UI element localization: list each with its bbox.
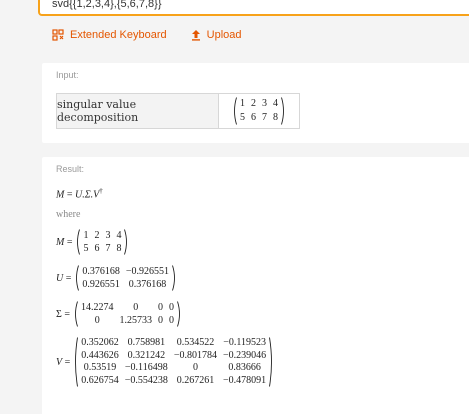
matrix-cell: 0 (157, 301, 163, 313)
matrix-cell: 0.758981 (127, 337, 166, 349)
input-toolbar: Extended Keyboard Upload (52, 27, 242, 43)
matrix-cell: 6 (251, 112, 256, 123)
matrix-u-label: U (56, 272, 64, 284)
input-interpretation-text: singular value decomposition (57, 94, 219, 128)
matrix-cell: 0.321242 (127, 349, 166, 361)
matrix-cell: −0.801784 (173, 349, 218, 361)
matrix-sigma-label: Σ (56, 308, 62, 320)
matrix-cell: 0.376168 (128, 278, 167, 290)
query-text: svd{{1,2,3,4},{5,6,7,8}} (52, 0, 162, 10)
matrix-v-table: 0.352062 0.758981 0.534522 −0.119523 0.4… (78, 337, 269, 387)
matrix-m-label: M (56, 236, 65, 248)
extended-keyboard-label: Extended Keyboard (70, 29, 167, 41)
matrix-cell: 3 (262, 98, 267, 109)
input-matrix-table: 1 2 3 4 5 6 7 8 (237, 97, 281, 125)
query-input[interactable]: svd{{1,2,3,4},{5,6,7,8}} (38, 0, 469, 16)
matrix-v-row: V = 0.352062 0.758981 0.534522 −0.119523… (56, 337, 274, 387)
input-pod: Input: singular value decomposition 1 2 … (42, 63, 469, 143)
matrix-cell: 0 (168, 301, 174, 313)
matrix-cell: 4 (116, 229, 122, 241)
matrix-cell: 0.626754 (81, 374, 119, 386)
matrix-m-row: M = 1 2 3 4 5 6 7 8 (56, 229, 129, 255)
matrix-cell: 3 (105, 229, 111, 241)
matrix-m: 1 2 3 4 5 6 7 8 (75, 229, 129, 255)
matrix-cell: 5 (83, 242, 89, 254)
matrix-cell: 0.352062 (81, 337, 119, 349)
matrix-cell: 0 (157, 314, 163, 326)
matrix-cell: 1 (240, 98, 245, 109)
formula-dagger: † (99, 187, 103, 195)
matrix-cell: −0.554238 (124, 374, 168, 386)
matrix-cell: −0.119523 (223, 337, 266, 349)
matrix-cell: −0.926551 (125, 265, 170, 277)
matrix-cell: 0.376168 (82, 265, 120, 277)
matrix-cell: 0.926551 (82, 278, 120, 290)
matrix-sigma-row: Σ = 14.2274 0 0 0 0 1.25733 0 0 (56, 301, 182, 327)
matrix-cell: 1 (83, 229, 89, 241)
matrix-u-table: 0.376168 −0.926551 0.926551 0.376168 (79, 265, 172, 291)
formula-rhs: U.Σ.V (74, 189, 100, 201)
matrix-cell: 8 (116, 242, 122, 254)
matrix-v-label: V (56, 356, 63, 368)
upload-icon (191, 29, 201, 41)
matrix-cell: −0.239046 (223, 349, 267, 361)
matrix-cell: 7 (105, 242, 111, 254)
matrix-sigma: 14.2274 0 0 0 0 1.25733 0 0 (73, 301, 182, 327)
matrix-cell: 0 (133, 301, 139, 313)
matrix-cell: 5 (240, 112, 245, 123)
matrix-cell: 14.2274 (80, 301, 114, 313)
input-matrix: 1 2 3 4 5 6 7 8 (219, 94, 299, 128)
matrix-v: 0.352062 0.758981 0.534522 −0.119523 0.4… (73, 337, 274, 387)
result-pod-title: Result: (56, 164, 85, 174)
matrix-cell: −0.478091 (223, 374, 267, 386)
matrix-cell: 2 (251, 98, 256, 109)
input-interpretation-table: singular value decomposition 1 2 3 4 5 6… (56, 93, 300, 129)
formula-equals: = (64, 189, 75, 201)
matrix-cell: 0.83666 (228, 362, 261, 374)
matrix-cell: 0 (192, 362, 198, 374)
decomposition-formula: M = U.Σ.V† (56, 187, 103, 200)
where-text: where (56, 209, 81, 220)
matrix-cell: 0.53519 (83, 362, 117, 374)
matrix-cell: 8 (273, 112, 278, 123)
upload-label: Upload (206, 29, 242, 41)
matrix-cell: 7 (262, 112, 267, 123)
matrix-u-row: U = 0.376168 −0.926551 0.926551 0.376168 (56, 265, 177, 291)
matrix-cell: 1.25733 (119, 314, 152, 326)
matrix-cell: −0.116498 (124, 362, 168, 374)
matrix-cell: 0.443626 (81, 349, 119, 361)
matrix-cell: 2 (94, 229, 100, 241)
input-pod-title: Input: (56, 70, 79, 80)
extended-keyboard-button[interactable]: Extended Keyboard (52, 27, 167, 43)
matrix-cell: 0.267261 (176, 374, 215, 386)
matrix-cell: 0.534522 (176, 337, 215, 349)
matrix-cell: 6 (94, 242, 100, 254)
upload-button[interactable]: Upload (191, 27, 242, 43)
matrix-m-table: 1 2 3 4 5 6 7 8 (80, 229, 124, 255)
matrix-sigma-table: 14.2274 0 0 0 0 1.25733 0 0 (78, 301, 177, 327)
result-pod: Result: M = U.Σ.V† where M = 1 2 3 4 5 6… (42, 157, 469, 414)
matrix-u: 0.376168 −0.926551 0.926551 0.376168 (74, 265, 177, 291)
input-matrix-expression: 1 2 3 4 5 6 7 8 (232, 97, 286, 125)
matrix-cell: 4 (273, 98, 278, 109)
matrix-cell: 0 (94, 314, 100, 326)
matrix-cell: 0 (168, 314, 174, 326)
keyboard-icon (52, 29, 64, 41)
